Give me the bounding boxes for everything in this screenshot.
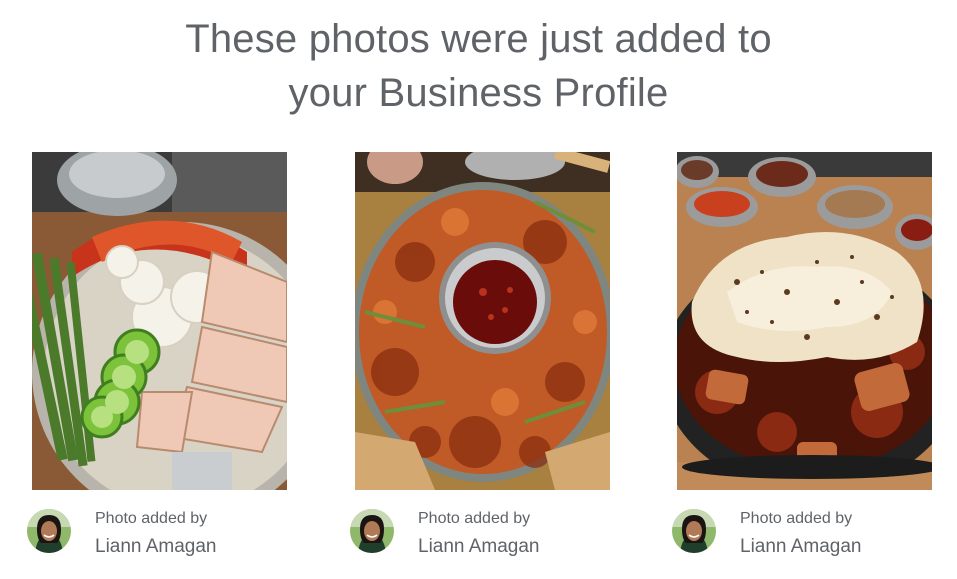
photo-added-by-label: Photo added by [740,510,853,527]
headline-line-1: These photos were just added to [185,17,772,61]
photo-card-1: Photo added by Liann Amagan [27,152,287,560]
photo-bossam-platter[interactable] [32,152,287,490]
photo-card-3: Photo added by Liann Amagan [672,152,932,560]
headline-line-2: your Business Profile [288,71,669,115]
photo-added-by-label: Photo added by [418,510,531,527]
avatar[interactable] [27,509,71,553]
avatar[interactable] [672,509,716,553]
photo-attribution: Photo added by Liann Amagan [672,490,932,560]
avatar[interactable] [350,509,394,553]
author-name[interactable]: Liann Amagan [740,536,862,558]
photo-attribution: Photo added by Liann Amagan [350,490,610,560]
photo-card-2: Photo added by Liann Amagan [350,152,610,560]
photo-attribution: Photo added by Liann Amagan [27,490,287,560]
email-headline: These photos were just added to your Bus… [0,12,957,120]
author-name[interactable]: Liann Amagan [418,536,540,558]
author-name[interactable]: Liann Amagan [95,536,217,558]
photo-cheese-skillet[interactable] [677,152,932,490]
photo-added-by-label: Photo added by [95,510,208,527]
photo-kimchi-pancake[interactable] [355,152,610,490]
